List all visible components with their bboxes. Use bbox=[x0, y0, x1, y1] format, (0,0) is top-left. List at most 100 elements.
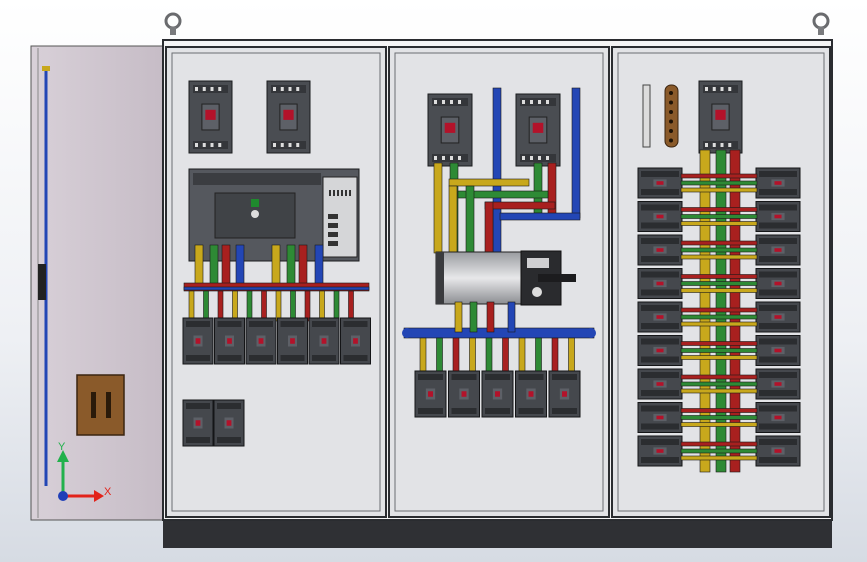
axis-x-label: X bbox=[104, 486, 112, 498]
miniature-breaker[interactable] bbox=[340, 317, 371, 365]
copper-busbar bbox=[304, 290, 311, 322]
copper-busbar bbox=[568, 337, 575, 375]
horizontal-busbar bbox=[403, 327, 595, 339]
molded-case-breaker[interactable] bbox=[698, 80, 743, 154]
horizontal-busbar bbox=[448, 178, 530, 187]
miniature-breaker[interactable] bbox=[214, 317, 245, 365]
miniature-breaker[interactable] bbox=[448, 370, 480, 418]
horizontal-busbar bbox=[680, 180, 758, 186]
miniature-breaker[interactable] bbox=[213, 399, 245, 447]
copper-busbar bbox=[286, 244, 296, 286]
lifting-eye-icon bbox=[164, 12, 182, 35]
copper-busbar bbox=[194, 244, 204, 286]
miniature-breaker[interactable] bbox=[755, 435, 801, 467]
miniature-breaker[interactable] bbox=[637, 301, 683, 333]
miniature-breaker[interactable] bbox=[755, 268, 801, 299]
horizontal-busbar bbox=[680, 307, 758, 313]
axis-y-label: Y bbox=[58, 441, 66, 453]
molded-case-breaker[interactable] bbox=[515, 93, 561, 167]
horizontal-busbar bbox=[680, 374, 758, 380]
copper-busbar bbox=[246, 290, 253, 322]
door-handle-icon[interactable] bbox=[76, 374, 125, 436]
miniature-breaker[interactable] bbox=[755, 167, 801, 199]
copper-busbar bbox=[454, 301, 463, 333]
horizontal-busbar bbox=[680, 321, 758, 327]
copper-busbar bbox=[319, 290, 325, 322]
miniature-breaker[interactable] bbox=[755, 301, 801, 333]
molded-case-breaker[interactable] bbox=[266, 80, 311, 154]
copper-busbar bbox=[314, 244, 324, 286]
horizontal-busbar bbox=[680, 281, 758, 286]
terminal-strip bbox=[642, 84, 651, 148]
miniature-breaker[interactable] bbox=[755, 234, 801, 266]
copper-busbar bbox=[188, 290, 195, 322]
miniature-breaker[interactable] bbox=[637, 201, 683, 232]
copper-busbar bbox=[492, 87, 502, 254]
miniature-breaker[interactable] bbox=[637, 167, 683, 199]
cabinet-plinth bbox=[163, 518, 832, 548]
copper-busbar bbox=[221, 244, 231, 286]
miniature-breaker[interactable] bbox=[755, 335, 801, 366]
molded-case-breaker[interactable] bbox=[427, 93, 473, 167]
miniature-breaker[interactable] bbox=[182, 399, 214, 447]
copper-busbar bbox=[465, 185, 475, 255]
miniature-breaker[interactable] bbox=[182, 317, 214, 365]
copper-busbar bbox=[217, 290, 224, 322]
horizontal-busbar bbox=[680, 288, 758, 293]
miniature-breaker[interactable] bbox=[755, 201, 801, 232]
copper-busbar bbox=[551, 337, 559, 375]
miniature-breaker[interactable] bbox=[637, 435, 683, 467]
horizontal-busbar bbox=[680, 173, 758, 179]
miniature-breaker[interactable] bbox=[308, 317, 340, 365]
horizontal-busbar bbox=[484, 201, 556, 210]
isolator-switch[interactable] bbox=[435, 250, 576, 306]
copper-busbar bbox=[232, 290, 238, 322]
horizontal-busbar bbox=[680, 415, 758, 420]
horizontal-busbar bbox=[183, 286, 370, 291]
miniature-breaker[interactable] bbox=[637, 335, 683, 366]
miniature-breaker[interactable] bbox=[637, 402, 683, 433]
molded-case-breaker[interactable] bbox=[188, 80, 233, 154]
lifting-eye-icon bbox=[812, 12, 830, 35]
miniature-breaker[interactable] bbox=[755, 368, 801, 400]
miniature-breaker[interactable] bbox=[414, 370, 447, 418]
copper-busbar bbox=[419, 337, 427, 375]
cad-viewport[interactable] bbox=[0, 0, 867, 562]
copper-busbar bbox=[571, 87, 581, 219]
horizontal-busbar bbox=[680, 314, 758, 320]
miniature-breaker[interactable] bbox=[637, 268, 683, 299]
copper-busbar bbox=[518, 337, 526, 375]
miniature-breaker[interactable] bbox=[755, 402, 801, 433]
copper-busbar bbox=[436, 337, 443, 375]
horizontal-busbar bbox=[680, 247, 758, 253]
copper-busbar bbox=[448, 185, 458, 255]
horizontal-busbar bbox=[680, 408, 758, 413]
copper-busbar bbox=[485, 337, 493, 375]
horizontal-busbar bbox=[680, 240, 758, 246]
copper-busbar bbox=[507, 301, 516, 333]
copper-busbar bbox=[290, 290, 296, 322]
busbar-end bbox=[402, 328, 412, 338]
miniature-breaker[interactable] bbox=[481, 370, 514, 418]
miniature-breaker[interactable] bbox=[548, 370, 581, 418]
copper-busbar bbox=[469, 301, 478, 333]
horizontal-busbar bbox=[680, 388, 758, 394]
copper-busbar bbox=[209, 244, 219, 286]
copper-busbar bbox=[433, 162, 443, 254]
miniature-breaker[interactable] bbox=[245, 317, 277, 365]
copper-busbar bbox=[275, 290, 282, 322]
miniature-breaker[interactable] bbox=[637, 234, 683, 266]
miniature-breaker[interactable] bbox=[515, 370, 547, 418]
copper-busbar bbox=[484, 201, 494, 255]
copper-busbar bbox=[547, 162, 557, 219]
open-door[interactable] bbox=[30, 45, 166, 521]
horizontal-busbar bbox=[680, 187, 758, 193]
copper-busbar bbox=[452, 337, 460, 375]
copper-busbar bbox=[502, 337, 509, 375]
copper-busbar bbox=[333, 290, 340, 322]
horizontal-busbar bbox=[680, 207, 758, 212]
miniature-breaker[interactable] bbox=[277, 317, 308, 365]
horizontal-busbar bbox=[680, 455, 758, 461]
horizontal-busbar bbox=[680, 355, 758, 360]
miniature-breaker[interactable] bbox=[637, 368, 683, 400]
